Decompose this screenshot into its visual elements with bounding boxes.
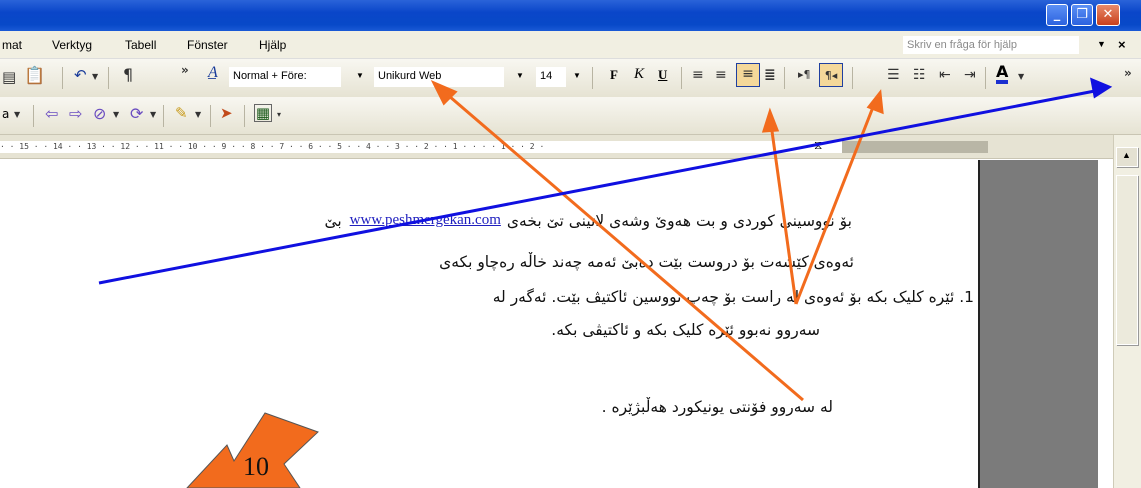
step-number: 10 (243, 452, 269, 481)
arrow-to-rtl (794, 101, 877, 305)
annotation-overlay (98, 77, 1113, 488)
blue-arrow (98, 77, 1113, 285)
arrowhead-blue (1090, 77, 1113, 99)
arrowhead-align (761, 107, 780, 133)
arrowhead-rtl (866, 89, 884, 115)
arrow-to-toolbar-options (98, 88, 1101, 285)
arrow-to-font-combo (441, 88, 804, 402)
orange-arrows (430, 80, 884, 402)
